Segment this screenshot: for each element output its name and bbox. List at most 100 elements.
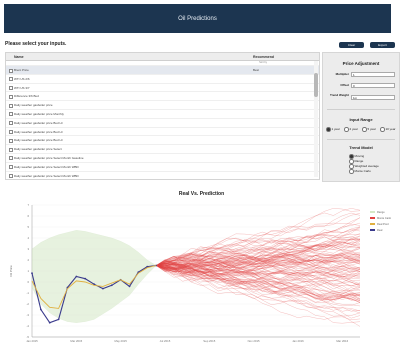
x-tick-label: Nov 2015 [248, 339, 260, 343]
radio-label: Range [354, 159, 364, 164]
y-axis-label: Oil Price [9, 265, 13, 277]
legend-label: Monte Carlo [377, 216, 392, 220]
col-name-header[interactable]: Name [14, 55, 24, 59]
row-checkbox[interactable] [9, 112, 13, 117]
x-tick-label: Sep 2015 [203, 339, 215, 343]
scroll-thumb[interactable] [314, 73, 318, 97]
radio-dot[interactable] [349, 169, 354, 174]
trend-model-group: Moving Range Weighted average Monte Carlo [349, 154, 397, 178]
radio-option[interactable]: 2 year [344, 127, 358, 132]
table-row[interactable]: WTI US 2/6 [6, 75, 319, 84]
y-tick-label: 4 [27, 236, 29, 240]
radio-dot[interactable] [362, 127, 367, 132]
y-tick-label: 2 [27, 258, 29, 262]
legend-label: Real Pred [377, 222, 389, 226]
table-header: Name Recommend [6, 53, 319, 61]
row-checkbox[interactable] [9, 165, 13, 170]
table-row[interactable]: Daily weather gasboiler price Bud Hr [6, 136, 319, 146]
row-name: Daily weather gasboiler price Select Mon… [14, 164, 79, 169]
legend-label: Real [377, 228, 383, 232]
row-checkbox[interactable] [9, 174, 13, 179]
table-row[interactable]: Daily weather gasboiler price Monthly [6, 110, 319, 119]
row-name: WTI US 2/6 [14, 76, 30, 81]
row-name: Daily weather gasboiler price Bud Hr [14, 138, 63, 143]
table-row[interactable]: Brent Price Best [6, 66, 319, 75]
radio-option[interactable]: 5 year [362, 127, 376, 132]
radio-option[interactable]: 1 year [326, 127, 340, 132]
sort-label[interactable]: Sort by [259, 61, 267, 64]
table-row[interactable]: Daily weather gasboiler price Bud Hr [6, 119, 319, 128]
prediction-chart: -5-4-3-2-101234567Jan 2015 Mar 2015 May 20… [9, 203, 392, 343]
data-point [39, 308, 42, 311]
data-point [102, 287, 104, 290]
trend-weight-label: Trend Weight [330, 93, 349, 97]
trend-weight-input[interactable]: 1m [351, 95, 395, 100]
row-name: Daily weather gasboiler price Monthly [14, 111, 64, 116]
radio-label: 10 year [385, 127, 396, 132]
row-recommend: Best [253, 68, 260, 72]
radio-option[interactable]: Monte Carlo [349, 169, 371, 174]
row-checkbox[interactable] [9, 94, 13, 99]
table-row[interactable]: Daily weather gasboiler price [6, 101, 319, 110]
row-name: Daily weather gasboiler price Bud Hr [14, 120, 63, 125]
row-checkbox[interactable] [9, 138, 13, 143]
row-checkbox[interactable] [9, 147, 13, 152]
radio-dot[interactable] [349, 154, 354, 159]
radio-dot[interactable] [326, 127, 331, 132]
radio-option[interactable]: Weighted average [349, 164, 379, 169]
data-point [128, 285, 131, 288]
input-range-title: Input Range [349, 117, 373, 122]
divider [327, 109, 395, 110]
radio-option[interactable]: Moving [349, 154, 364, 159]
data-point [75, 275, 78, 278]
y-tick-label: -1 [27, 291, 30, 295]
clear-button[interactable]: Clear [339, 42, 364, 48]
row-checkbox[interactable] [9, 86, 13, 91]
y-tick-label: 7 [27, 203, 29, 207]
row-name: Daily weather gasboiler price [14, 103, 53, 108]
export-button[interactable]: Export [370, 42, 395, 48]
row-checkbox[interactable] [9, 77, 13, 82]
radio-option[interactable]: Range [349, 159, 363, 164]
x-tick-label: May 2015 [115, 339, 128, 343]
row-name: Daily weather gasboiler price Select Mon… [14, 173, 79, 178]
input-range-group: 1 year 2 year 5 year 10 year [326, 127, 398, 133]
table-body: Brent Price Best WTI US 2/6 WTI US 3/7 Diffe… [6, 66, 319, 179]
radio-dot[interactable] [344, 127, 349, 132]
radio-option[interactable]: 10 year [380, 127, 396, 132]
data-point [110, 284, 113, 287]
radio-label: 5 year [367, 127, 376, 132]
x-tick-label: Jan 2016 [292, 339, 304, 343]
row-checkbox[interactable] [9, 156, 13, 161]
table-row[interactable]: Daily weather gasboiler price Select Mon… [6, 154, 319, 163]
x-tick-label: Mar 2015 [70, 339, 82, 343]
radio-dot[interactable] [349, 159, 354, 164]
table-row[interactable]: Daily weather gasboiler price Bud Hr [6, 128, 319, 137]
y-tick-label: 1 [27, 269, 29, 273]
legend-label: Range [377, 210, 385, 214]
prompt-text: Please select your inputs. [5, 41, 67, 47]
data-point [31, 272, 33, 275]
row-checkbox[interactable] [9, 130, 13, 135]
table-row[interactable]: Daily weather gasboiler price Select Mon… [6, 163, 319, 172]
radio-label: 2 year [349, 127, 358, 132]
row-checkbox[interactable] [9, 68, 13, 73]
legend-swatch [370, 229, 375, 231]
row-name: Daily weather gasboiler price Select Mon… [14, 155, 84, 160]
trend-model-title: Trend Model [349, 145, 373, 150]
multiplier-input[interactable]: 1 [351, 72, 395, 77]
offset-input[interactable]: 0 [351, 83, 395, 88]
row-checkbox[interactable] [9, 103, 13, 108]
col-recommend-header[interactable]: Recommend [253, 55, 274, 59]
price-adjustment-title: Price Adjustment [342, 61, 380, 66]
radio-dot[interactable] [349, 164, 354, 169]
radio-label: Weighted average [354, 164, 379, 169]
offset-label: Offset [340, 83, 349, 87]
table-row[interactable]: Difference 3/6 Bud [6, 92, 319, 102]
row-checkbox[interactable] [9, 121, 13, 126]
table-row[interactable]: Daily weather gasboiler price Select Mon… [6, 172, 319, 179]
table-row[interactable]: WTI US 3/7 [6, 84, 319, 93]
table-row[interactable]: Daily weather gasboiler price Select [6, 145, 319, 154]
row-name: Daily weather gasboiler price Bud Hr [14, 129, 63, 134]
radio-dot[interactable] [380, 127, 385, 132]
